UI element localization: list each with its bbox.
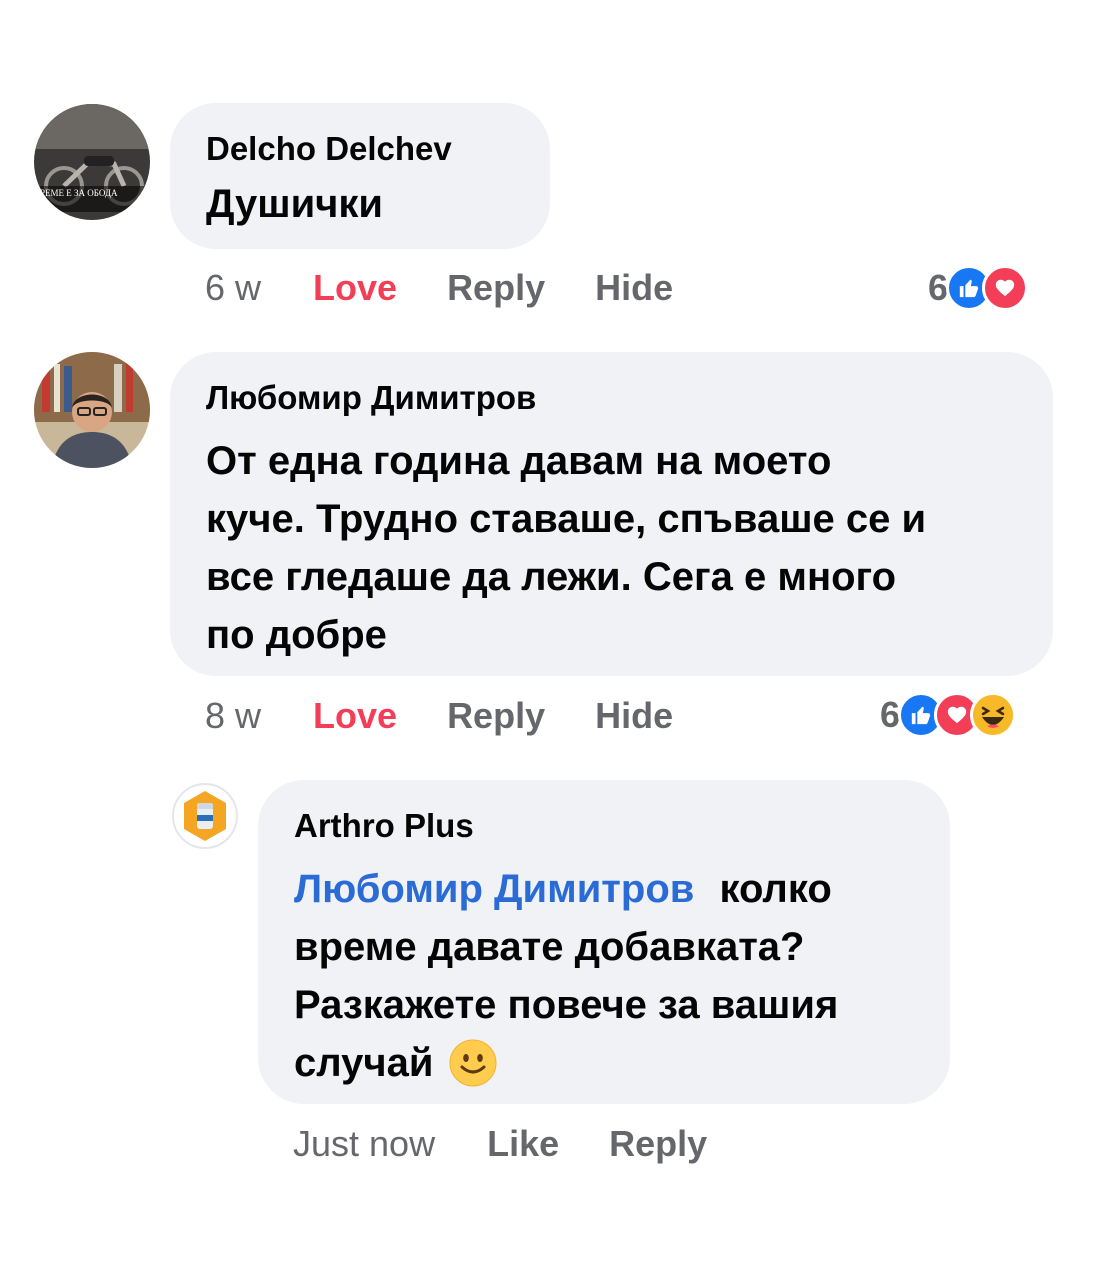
comment-text-line: все гледаше да лежи. Сега е много [206,555,897,599]
reply-actions: Just now Like Reply [293,1122,757,1166]
hide-button[interactable]: Hide [595,267,673,309]
reply-author[interactable]: Arthro Plus [294,806,914,846]
slightly-smiling-face-icon [449,1039,497,1087]
love-button[interactable]: Love [313,267,397,309]
love-button[interactable]: Love [313,695,397,737]
comment-time[interactable]: 8 w [205,695,261,737]
reply-text-segment: случай [294,1041,434,1085]
avatar[interactable] [172,783,238,849]
comment-text-line: От една година давам на моето [206,439,832,483]
comment-actions: 6 w Love Reply Hide [205,266,723,310]
avatar[interactable] [34,352,150,468]
reaction-summary[interactable]: 6 [928,265,1029,311]
reply-text-line: време давате добавката? [294,925,805,969]
comment-text-line: по добре [206,613,387,657]
avatar[interactable]: РЕМЕ Е ЗА ОБОДА [34,104,150,220]
reply-text-line: Разкажете повече за вашия [294,983,839,1027]
comment-author[interactable]: Любомир Димитров [206,378,1017,418]
comment-actions: 8 w Love Reply Hide [205,694,723,738]
comment-text: Душички [206,182,383,226]
reply-text-segment: колко [719,867,832,911]
reaction-summary[interactable]: 6 [880,692,1017,738]
reaction-count: 6 [928,267,949,308]
person-avatar-image [34,352,150,468]
comment-author[interactable]: Delcho Delchev [206,129,514,169]
mention-link[interactable]: Любомир Димитров [294,867,694,911]
like-button[interactable]: Like [487,1123,559,1165]
motorcycle-avatar-image: РЕМЕ Е ЗА ОБОДА [34,104,150,220]
heart-icon [982,265,1029,311]
comment-text-line: куче. Трудно ставаше, спъваше се и [206,497,927,541]
comment-bubble[interactable]: Любомир Димитров От една година давам на… [170,352,1053,676]
reply-bubble[interactable]: Arthro Plus Любомир Димитров колко време… [258,780,950,1104]
comment-time[interactable]: 6 w [205,267,261,309]
reply-time[interactable]: Just now [293,1123,435,1165]
brand-logo [184,791,226,841]
comment-bubble[interactable]: Delcho Delchev Душички [170,103,550,249]
haha-icon [970,692,1017,738]
reply-button[interactable]: Reply [609,1123,707,1165]
reply-button[interactable]: Reply [447,267,545,309]
reply-button[interactable]: Reply [447,695,545,737]
avatar-caption: РЕМЕ Е ЗА ОБОДА [40,188,118,198]
reply-text: Любомир Димитров колко време давате доба… [294,860,914,1092]
hide-button[interactable]: Hide [595,695,673,737]
comment-text: От една година давам на моето куче. Труд… [206,432,1017,664]
reaction-count: 6 [880,694,901,735]
